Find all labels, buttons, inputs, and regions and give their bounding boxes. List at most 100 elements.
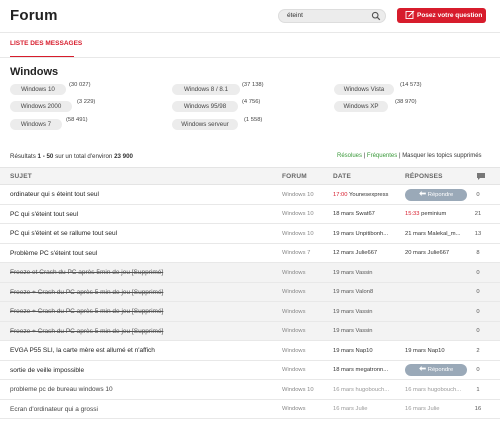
topic-subject-link[interactable]: PC qui s'éteint et se rallume tout seul xyxy=(10,230,117,237)
table-row[interactable]: Freeze + Crash du PC après 5 min de jeu … xyxy=(0,321,500,341)
reply-count: 16 xyxy=(474,406,482,412)
topic-date: 19 mars Valon8 xyxy=(333,289,401,295)
topic-forum[interactable]: Windows xyxy=(282,309,306,315)
table-row[interactable]: PC qui s'éteint et se rallume tout seul W… xyxy=(0,224,500,244)
reply-button[interactable]: Répondre xyxy=(405,364,467,376)
table-row[interactable]: Freeze + Crash du PC après 5 min de jeu … xyxy=(0,282,500,302)
search-input[interactable]: éteint xyxy=(278,9,386,23)
table-row[interactable]: ordinateur qui s éteint tout seul Windows… xyxy=(0,185,500,205)
chip-windows-vista[interactable]: Windows Vista xyxy=(334,84,394,95)
reply-button-label: Répondre xyxy=(427,191,454,198)
topic-forum[interactable]: Windows xyxy=(282,348,306,354)
table-row[interactable]: Freeze + Crash du PC après 5 min de jeu … xyxy=(0,302,500,322)
table-row[interactable]: Freeze et Crash du PC après 5min de jeu … xyxy=(0,263,500,283)
topic-subject-link[interactable]: Freeze et Crash du PC après 5min de jeu … xyxy=(10,269,163,276)
topic-subject-link[interactable]: sortie de veille impossible xyxy=(10,367,84,374)
chip-windows-7[interactable]: Windows 7 xyxy=(10,119,62,130)
table-row[interactable]: PC qui s'éteint tout seul Windows 10 18 ma… xyxy=(0,204,500,224)
topic-date-user[interactable]: 19 mars Vassin xyxy=(333,309,373,315)
topic-forum[interactable]: Windows 10 xyxy=(282,231,314,237)
site-logo[interactable]: Forum xyxy=(10,7,58,24)
search-query-text[interactable]: éteint xyxy=(287,12,303,19)
topic-date-user[interactable]: 19 mars Valon8 xyxy=(333,289,373,295)
topic-date: 12 mars Julie667 xyxy=(333,250,401,256)
table-row[interactable]: Lenovo s'éteint tout seulWindowsRépondre xyxy=(0,419,500,423)
topic-forum[interactable]: Windows xyxy=(282,289,306,295)
table-row[interactable]: probleme pc de bureau windows 10 Windows … xyxy=(0,380,500,400)
chip-windows-serveur[interactable]: Windows serveur xyxy=(172,119,238,130)
chip-count: (58 491) xyxy=(66,117,88,123)
header-subject: SUJET xyxy=(10,173,32,180)
reply-count: 0 xyxy=(476,289,480,295)
topic-subject-link[interactable]: EVGA P55 SLI, la carte mère est allumé e… xyxy=(10,347,155,354)
chip-count: (1 558) xyxy=(244,117,263,123)
filter-hide-deleted-link[interactable]: Masquer les topics supprimés xyxy=(402,153,481,159)
topic-date-user[interactable]: 18 mars Swat67 xyxy=(333,211,375,217)
topic-last-reply[interactable]: 16 mars hugobouch... xyxy=(405,387,467,393)
topic-last-reply[interactable]: 19 mars Nap10 xyxy=(405,348,467,354)
tab-list-messages[interactable]: LISTE DES MESSAGES xyxy=(10,40,82,47)
topic-forum[interactable]: Windows xyxy=(282,328,306,334)
topic-subject-link[interactable]: Freeze + Crash du PC après 5 min de jeu … xyxy=(10,289,163,296)
topic-date-time: 17:00 xyxy=(333,191,348,198)
topic-last-reply[interactable]: 20 mars Julie667 xyxy=(405,250,467,256)
topic-subject-link[interactable]: Ecran d'ordinateur qui a grossi xyxy=(10,406,98,413)
topic-date-user[interactable]: 18 mars megatronn... xyxy=(333,367,388,373)
chip-windows-95-98[interactable]: Windows 95/98 xyxy=(172,101,238,112)
topic-date-user[interactable]: 19 mars Unpitibonh... xyxy=(333,231,388,237)
filter-resolved-link[interactable]: Résolues xyxy=(337,153,362,159)
reply-count: 2 xyxy=(476,347,480,354)
topic-date: 18 mars Swat67 xyxy=(333,211,401,217)
topic-date-user[interactable]: 19 mars Vassin xyxy=(333,328,373,334)
topic-date-user[interactable]: 12 mars Julie667 xyxy=(333,250,377,256)
table-row[interactable]: EVGA P55 SLI, la carte mère est allumé e… xyxy=(0,341,500,361)
topic-last-reply[interactable]: 16 mars Julie xyxy=(405,406,467,412)
topic-forum[interactable]: Windows 10 xyxy=(282,192,314,198)
topic-date-user[interactable]: Younesexpress xyxy=(349,192,388,198)
topic-subject-link[interactable]: PC qui s'éteint tout seul xyxy=(10,211,78,218)
topic-subject-link[interactable]: Problème PC s'éteint tout seul xyxy=(10,250,97,257)
table-row[interactable]: Problème PC s'éteint tout seul Windows 7 1… xyxy=(0,243,500,263)
ask-question-button[interactable]: Posez votre question xyxy=(397,8,486,23)
topic-date: 19 mars Vassin xyxy=(333,328,401,334)
last-reply-user[interactable]: 21 mars Malekal_m... xyxy=(405,231,460,237)
search-icon[interactable] xyxy=(371,11,381,21)
ask-question-label: Posez votre question xyxy=(417,11,483,19)
last-reply-user[interactable]: 16 mars hugobouch... xyxy=(405,387,461,393)
topic-forum[interactable]: Windows 7 xyxy=(282,250,310,256)
last-reply-user[interactable]: 20 mars Julie667 xyxy=(405,250,449,256)
reply-button[interactable]: Répondre xyxy=(405,188,467,201)
topic-last-reply[interactable]: 21 mars Malekal_m... xyxy=(405,231,467,237)
chip-windows-2000[interactable]: Windows 2000 xyxy=(10,101,72,112)
chip-windows-xp[interactable]: Windows XP xyxy=(334,101,388,112)
topic-date-user[interactable]: 19 mars Vassin xyxy=(333,270,373,276)
tabs-divider xyxy=(0,57,500,58)
header-replies: RÉPONSES xyxy=(405,173,443,180)
topic-forum[interactable]: Windows 10 xyxy=(282,387,314,393)
topic-subject-link[interactable]: Freeze + Crash du PC après 5 min de jeu … xyxy=(10,308,163,315)
topic-date-user[interactable]: 19 mars Nap10 xyxy=(333,348,373,354)
chip-windows-10[interactable]: Windows 10 xyxy=(10,84,66,95)
topic-last-reply[interactable]: 15:33 peminium xyxy=(405,211,467,217)
table-row[interactable]: sortie de veille impossible Windows 18 mar… xyxy=(0,360,500,380)
chip-windows-8[interactable]: Windows 8 / 8.1 xyxy=(172,84,240,95)
last-reply-time: 15:33 xyxy=(405,211,420,217)
results-middle: sur un total d'environ xyxy=(55,153,113,160)
topic-forum[interactable]: Windows xyxy=(282,367,306,373)
reply-arrow-icon xyxy=(418,366,426,371)
topic-subject-link[interactable]: probleme pc de bureau windows 10 xyxy=(10,386,113,393)
topic-subject-link[interactable]: Freeze + Crash du PC après 5 min de jeu … xyxy=(10,328,163,335)
last-reply-user[interactable]: 16 mars Julie xyxy=(405,406,439,412)
topic-date: 16 mars Julie xyxy=(333,406,401,412)
last-reply-user[interactable]: 19 mars Nap10 xyxy=(405,348,445,354)
topic-subject-link[interactable]: ordinateur qui s éteint tout seul xyxy=(10,191,99,198)
topic-forum[interactable]: Windows xyxy=(282,270,306,276)
filter-frequent-link[interactable]: Fréquentes xyxy=(367,153,397,159)
topic-date-user[interactable]: 16 mars hugobouch... xyxy=(333,387,389,393)
last-reply-user[interactable]: peminium xyxy=(421,211,446,217)
reply-count: 0 xyxy=(476,328,480,334)
topic-date-user[interactable]: 16 mars Julie xyxy=(333,406,367,412)
topic-forum[interactable]: Windows xyxy=(282,406,306,412)
topic-forum[interactable]: Windows 10 xyxy=(282,211,314,217)
table-row[interactable]: Ecran d'ordinateur qui a grossi Windows 16… xyxy=(0,399,500,419)
